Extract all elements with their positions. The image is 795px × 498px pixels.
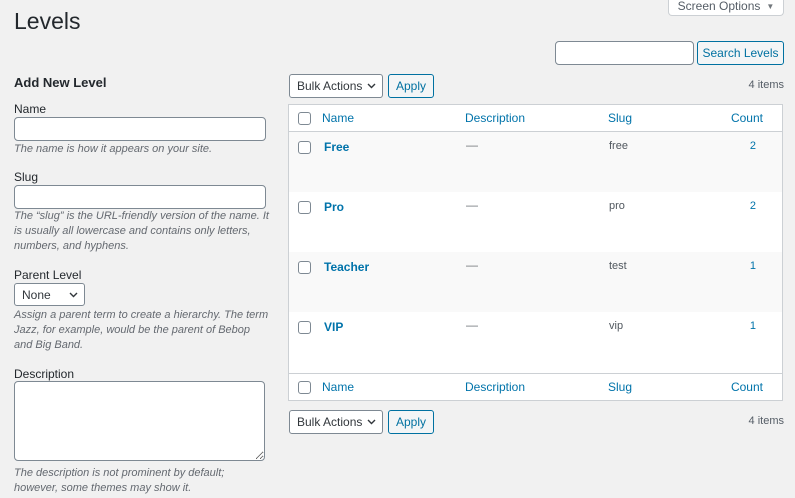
column-header-count[interactable]: Count	[731, 111, 763, 125]
bulk-actions-label: Bulk Actions	[297, 415, 363, 429]
level-description: —	[466, 198, 478, 212]
items-count-bottom: 4 items	[748, 415, 784, 427]
table-row: Free — free 2	[289, 132, 782, 192]
level-description: —	[466, 138, 478, 152]
level-slug: free	[609, 140, 628, 152]
table-row: Pro — pro 2	[289, 192, 782, 252]
row-checkbox[interactable]	[298, 141, 311, 154]
parent-level-help: Assign a parent term to create a hierarc…	[14, 309, 269, 351]
caret-down-icon: ▼	[766, 1, 775, 11]
chevron-down-icon	[69, 290, 78, 300]
column-footer-slug[interactable]: Slug	[608, 380, 632, 394]
table-footer: Name Description Slug Count	[289, 373, 782, 400]
chevron-down-icon	[367, 417, 376, 427]
parent-level-label: Parent Level	[14, 268, 82, 282]
bulk-actions-select-bottom[interactable]: Bulk Actions	[289, 410, 383, 434]
name-help: The name is how it appears on your site.	[14, 143, 213, 155]
slug-field[interactable]	[14, 185, 266, 209]
levels-table: Name Description Slug Count Free — free …	[288, 104, 783, 401]
search-input[interactable]	[555, 41, 694, 65]
items-count-top: 4 items	[748, 79, 784, 91]
slug-help: The “slug” is the URL-friendly version o…	[14, 210, 269, 252]
level-slug: vip	[609, 320, 624, 332]
row-checkbox[interactable]	[298, 201, 311, 214]
table-row: VIP — vip 1	[289, 312, 782, 372]
apply-button-bottom[interactable]: Apply	[388, 410, 434, 434]
table-row: Teacher — test 1	[289, 252, 782, 312]
screen-options-label: Screen Options	[677, 0, 761, 13]
column-footer-name[interactable]: Name	[322, 380, 354, 394]
level-count-link[interactable]: 2	[750, 200, 756, 212]
name-field[interactable]	[14, 117, 266, 141]
level-slug: pro	[609, 200, 625, 212]
level-count-link[interactable]: 2	[750, 140, 756, 152]
screen-options-button[interactable]: Screen Options ▼	[668, 0, 784, 16]
select-all-checkbox-footer[interactable]	[298, 381, 311, 394]
bulk-actions-label: Bulk Actions	[297, 79, 363, 93]
level-description: —	[466, 318, 478, 332]
table-header: Name Description Slug Count	[289, 105, 782, 132]
level-slug: test	[609, 260, 627, 272]
level-description: —	[466, 258, 478, 272]
level-count-link[interactable]: 1	[750, 320, 756, 332]
form-heading: Add New Level	[14, 75, 107, 90]
column-header-slug[interactable]: Slug	[608, 111, 632, 125]
row-checkbox[interactable]	[298, 261, 311, 274]
level-name-link[interactable]: Pro	[324, 200, 344, 214]
description-help: The description is not prominent by defa…	[14, 467, 225, 494]
apply-button-top[interactable]: Apply	[388, 74, 434, 98]
row-checkbox[interactable]	[298, 321, 311, 334]
bulk-actions-select-top[interactable]: Bulk Actions	[289, 74, 383, 98]
description-field[interactable]	[14, 381, 265, 461]
page-title: Levels	[14, 8, 81, 34]
level-name-link[interactable]: VIP	[324, 320, 343, 334]
slug-label: Slug	[14, 170, 39, 184]
select-all-checkbox[interactable]	[298, 112, 311, 125]
level-count-link[interactable]: 1	[750, 260, 756, 272]
column-header-name[interactable]: Name	[322, 111, 354, 125]
description-label: Description	[14, 367, 75, 381]
column-footer-count[interactable]: Count	[731, 380, 763, 394]
column-footer-description[interactable]: Description	[465, 380, 525, 394]
chevron-down-icon	[367, 81, 376, 91]
search-levels-button[interactable]: Search Levels	[697, 41, 784, 65]
name-label: Name	[14, 102, 47, 116]
level-name-link[interactable]: Teacher	[324, 260, 369, 274]
parent-level-value: None	[22, 287, 51, 302]
parent-level-select[interactable]: None	[14, 283, 85, 306]
column-header-description[interactable]: Description	[465, 111, 525, 125]
level-name-link[interactable]: Free	[324, 140, 349, 154]
